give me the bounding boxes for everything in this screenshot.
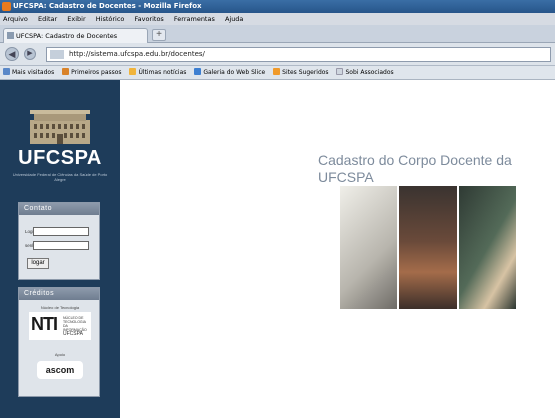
tab-ufcspa[interactable]: UFCSPA: Cadastro de Docentes xyxy=(3,28,148,43)
navigation-bar: ◀ ▶ http://sistema.ufcspa.edu.br/docente… xyxy=(0,43,555,66)
book-photo xyxy=(340,186,397,309)
menu-favoritos[interactable]: Favoritos xyxy=(134,15,163,23)
support-label: Apoio xyxy=(54,352,66,357)
bookmark-label: Mais visitados xyxy=(12,69,55,76)
bookmarks-bar: Mais visitados Primeiros passos Últimas … xyxy=(0,66,555,80)
university-building-icon xyxy=(30,110,90,144)
window-titlebar: UFCSPA: Cadastro de Docentes - Mozilla F… xyxy=(0,0,555,13)
credits-panel: Créditos Núcleo de Tecnologia NTI NÚCLEO… xyxy=(18,287,100,397)
bookmark-label: Sites Sugeridos xyxy=(282,69,329,76)
bookmark-label: Últimas notícias xyxy=(138,69,187,76)
dev-label: Núcleo de Tecnologia xyxy=(40,305,80,310)
credits-panel-title: Créditos xyxy=(19,288,99,300)
bookmark-icon xyxy=(3,68,10,75)
ufcspa-logo[interactable]: UFCSPA xyxy=(0,147,120,170)
rss-icon xyxy=(129,68,137,75)
page-icon xyxy=(336,68,344,75)
login-button[interactable]: logar xyxy=(27,258,49,269)
logo-subtitle: Universidade Federal de Ciências da Saúd… xyxy=(12,172,108,182)
nti-logo-text: NTI xyxy=(31,314,58,334)
login-panel: Contato Login senha logar xyxy=(18,202,100,280)
nti-logo-ufcspa: UFCSPA xyxy=(63,331,83,337)
ascom-logo[interactable]: ascom xyxy=(37,361,83,379)
back-button[interactable]: ◀ xyxy=(5,47,19,61)
firefox-icon[interactable] xyxy=(2,2,11,11)
url-bar[interactable]: http://sistema.ufcspa.edu.br/docentes/ xyxy=(46,47,551,62)
menu-bar: Arquivo Editar Exibir Histórico Favorito… xyxy=(0,13,555,25)
password-input[interactable] xyxy=(33,241,89,250)
login-panel-title: Contato xyxy=(19,203,99,215)
bookmark-label: Sobi Associados xyxy=(345,69,394,76)
bookmark-primeiros-passos[interactable]: Primeiros passos xyxy=(62,66,122,80)
bookmark-icon xyxy=(273,68,281,75)
tab-label: UFCSPA: Cadastro de Docentes xyxy=(16,32,118,40)
menu-historico[interactable]: Histórico xyxy=(96,15,125,23)
menu-exibir[interactable]: Exibir xyxy=(67,15,85,23)
site-identity-icon[interactable] xyxy=(50,50,64,59)
menu-editar[interactable]: Editar xyxy=(38,15,57,23)
bookmark-icon xyxy=(62,68,70,75)
bookmark-sites-sugeridos[interactable]: Sites Sugeridos xyxy=(273,66,329,80)
bookmark-ultimas-noticias[interactable]: Últimas notícias xyxy=(129,66,186,80)
password-row: senha xyxy=(25,241,89,250)
bookmark-sobi-associados[interactable]: Sobi Associados xyxy=(336,66,394,80)
bookmark-icon xyxy=(194,68,202,75)
login-row: Login xyxy=(25,227,89,236)
url-text: http://sistema.ufcspa.edu.br/docentes/ xyxy=(69,50,205,58)
bookmark-label: Galeria do Web Slice xyxy=(203,69,266,76)
bookmark-mais-visitados[interactable]: Mais visitados xyxy=(3,66,54,80)
tab-bar: UFCSPA: Cadastro de Docentes + xyxy=(0,25,555,43)
new-tab-button[interactable]: + xyxy=(152,29,166,41)
teacher-photo xyxy=(399,186,457,309)
login-input[interactable] xyxy=(33,227,89,236)
nti-logo[interactable]: NTI NÚCLEO DE TECNOLOGIA DA INFORMAÇÃO U… xyxy=(29,312,91,340)
banner-photos xyxy=(340,186,516,309)
menu-ferramentas[interactable]: Ferramentas xyxy=(174,15,215,23)
chalkboard-photo xyxy=(459,186,516,309)
page-title: Cadastro do Corpo Docente da UFCSPA xyxy=(318,152,512,185)
window-title: UFCSPA: Cadastro de Docentes - Mozilla F… xyxy=(13,2,202,10)
forward-button[interactable]: ▶ xyxy=(24,48,36,60)
page-favicon-icon xyxy=(7,32,14,39)
menu-arquivo[interactable]: Arquivo xyxy=(3,15,28,23)
bookmark-label: Primeiros passos xyxy=(71,69,122,76)
menu-ajuda[interactable]: Ajuda xyxy=(225,15,243,23)
bookmark-galeria-web-slice[interactable]: Galeria do Web Slice xyxy=(194,66,265,80)
nti-logo-subtitle: NÚCLEO DE TECNOLOGIA DA INFORMAÇÃO xyxy=(63,316,87,332)
